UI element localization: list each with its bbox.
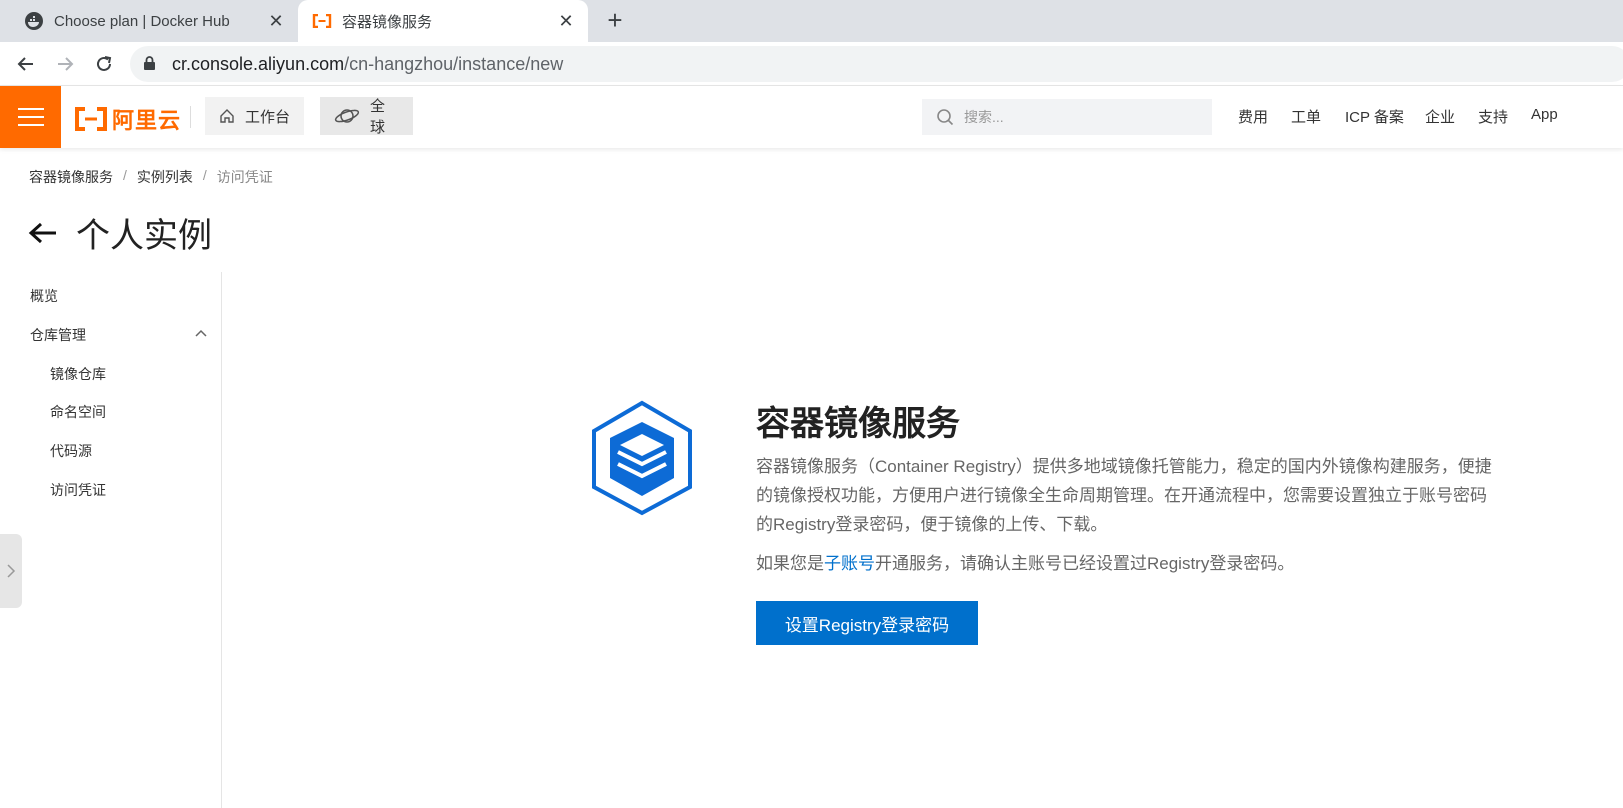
back-arrow-icon[interactable] xyxy=(10,48,42,80)
divider xyxy=(190,106,191,128)
container-registry-icon xyxy=(592,400,692,516)
workbench-button[interactable]: 工作台 xyxy=(205,97,305,135)
reload-icon[interactable] xyxy=(88,48,120,80)
lock-icon xyxy=(144,54,158,75)
side-nav xyxy=(0,272,222,808)
workbench-label: 工作台 xyxy=(245,108,291,126)
breadcrumb-item-acr[interactable]: 容器镜像服务 xyxy=(29,167,113,187)
docker-whale-icon xyxy=(24,11,44,31)
search-icon xyxy=(936,108,954,126)
sidebar-item-repositories[interactable]: 镜像仓库 xyxy=(50,364,106,384)
subaccount-note: 如果您是子账号开通服务，请确认主账号已经设置过Registry登录密码。 xyxy=(756,549,1294,578)
browser-tab-docker[interactable]: Choose plan | Docker Hub ✕ xyxy=(0,0,298,42)
page-header: 个人实例 xyxy=(28,208,212,257)
browser-tabstrip: Choose plan | Docker Hub ✕ 容器镜像服务 ✕ + xyxy=(0,0,1623,42)
url-path: /cn-hangzhou/instance/new xyxy=(344,53,564,74)
back-arrow-icon[interactable] xyxy=(28,217,60,249)
nav-link-icp[interactable]: ICP 备案 xyxy=(1345,106,1404,127)
close-tab-icon[interactable]: ✕ xyxy=(552,11,580,32)
url-host: cr.console.aliyun.com xyxy=(172,53,345,74)
nav-link-app[interactable]: App xyxy=(1531,106,1558,123)
sidebar-collapse-handle[interactable] xyxy=(0,534,22,608)
search-input[interactable]: 搜索... xyxy=(922,99,1212,135)
globe-orbit-icon xyxy=(334,106,360,126)
forward-arrow-icon[interactable] xyxy=(49,48,81,80)
console-topnav: 阿里云 工作台 全球 搜索... 费用 工单 ICP 备案 企业 支持 App xyxy=(0,86,1623,148)
sidebar-group-repo-management[interactable]: 仓库管理 xyxy=(30,325,86,345)
browser-tab-acr[interactable]: 容器镜像服务 ✕ xyxy=(298,0,588,42)
nav-link-tickets[interactable]: 工单 xyxy=(1291,106,1321,127)
product-title: 容器镜像服务 xyxy=(756,405,960,443)
sidebar-item-overview[interactable]: 概览 xyxy=(30,286,58,306)
chevron-right-icon xyxy=(7,564,16,578)
breadcrumb-separator: / xyxy=(123,167,127,183)
logo-text: 阿里云 xyxy=(112,108,182,133)
nav-link-billing[interactable]: 费用 xyxy=(1238,106,1268,127)
region-label: 全球 xyxy=(370,98,386,136)
menu-hamburger-icon[interactable] xyxy=(0,86,61,148)
note-text-before: 如果您是 xyxy=(756,554,824,573)
product-description: 容器镜像服务（Container Registry）提供多地域镜像托管能力，稳定… xyxy=(756,457,1492,534)
breadcrumb-separator: / xyxy=(202,167,207,183)
set-registry-password-button[interactable]: 设置Registry登录密码 xyxy=(756,601,978,645)
note-text-after: 开通服务，请确认主账号已经设置过Registry登录密码。 xyxy=(875,554,1295,573)
browser-toolbar: cr.console.aliyun.com/cn-hangzhou/instan… xyxy=(0,42,1623,86)
sidebar-item-namespaces[interactable]: 命名空间 xyxy=(50,402,106,422)
region-selector[interactable]: 全球 xyxy=(320,97,413,136)
chevron-up-icon[interactable] xyxy=(194,326,208,340)
sidebar-item-code-sources[interactable]: 代码源 xyxy=(50,441,92,461)
sidebar-item-credentials[interactable]: 访问凭证 xyxy=(50,480,106,500)
breadcrumb: 容器镜像服务 / 实例列表 / 访问凭证 xyxy=(29,167,273,187)
close-tab-icon[interactable]: ✕ xyxy=(262,11,290,32)
search-placeholder: 搜索... xyxy=(964,109,1004,125)
subaccount-link[interactable]: 子账号 xyxy=(824,554,875,573)
nav-link-support[interactable]: 支持 xyxy=(1478,106,1508,127)
aliyun-icon xyxy=(312,11,332,31)
aliyun-logo[interactable]: 阿里云 xyxy=(74,103,181,135)
aliyun-logo-icon xyxy=(75,107,107,131)
breadcrumb-item-current: 访问凭证 xyxy=(216,169,273,185)
tab-title: Choose plan | Docker Hub xyxy=(54,12,230,30)
address-bar[interactable]: cr.console.aliyun.com/cn-hangzhou/instan… xyxy=(130,46,1623,82)
tab-title: 容器镜像服务 xyxy=(342,13,433,31)
home-icon xyxy=(219,108,235,124)
new-tab-button[interactable]: + xyxy=(600,6,630,36)
nav-link-enterprise[interactable]: 企业 xyxy=(1425,106,1455,127)
page-title: 个人实例 xyxy=(76,217,212,255)
breadcrumb-item-instances[interactable]: 实例列表 xyxy=(137,167,193,187)
